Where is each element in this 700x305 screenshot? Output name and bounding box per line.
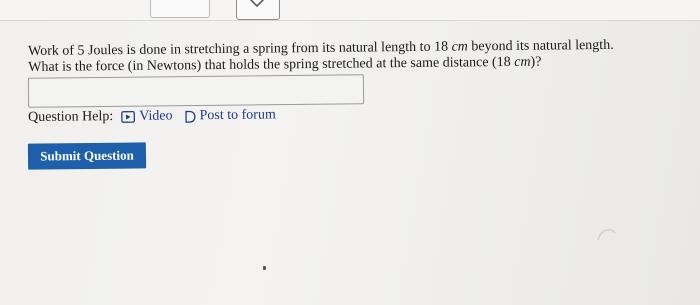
- video-link[interactable]: Video: [121, 108, 173, 125]
- post-to-forum-link[interactable]: Post to forum: [183, 107, 276, 124]
- answer-input[interactable]: [27, 74, 365, 108]
- expand-button[interactable]: [236, 0, 280, 20]
- question-help-label: Question Help:: [28, 109, 114, 125]
- screen-smudge: [263, 266, 266, 270]
- top-toolbar: [0, 0, 700, 21]
- toolbar-button[interactable]: [150, 0, 210, 18]
- unit-cm: cm: [514, 54, 531, 70]
- unit-cm: cm: [451, 39, 468, 55]
- speech-bubble-icon: [184, 110, 196, 123]
- question-help-row: Question Help: Video Post to forum: [28, 107, 286, 126]
- question-text: Work of 5 Joules is done in stretching a…: [28, 37, 688, 76]
- submit-question-button[interactable]: Submit Question: [27, 142, 147, 170]
- chevron-icon: [249, 0, 265, 8]
- video-icon: [121, 111, 136, 123]
- screen-glare: [597, 228, 616, 241]
